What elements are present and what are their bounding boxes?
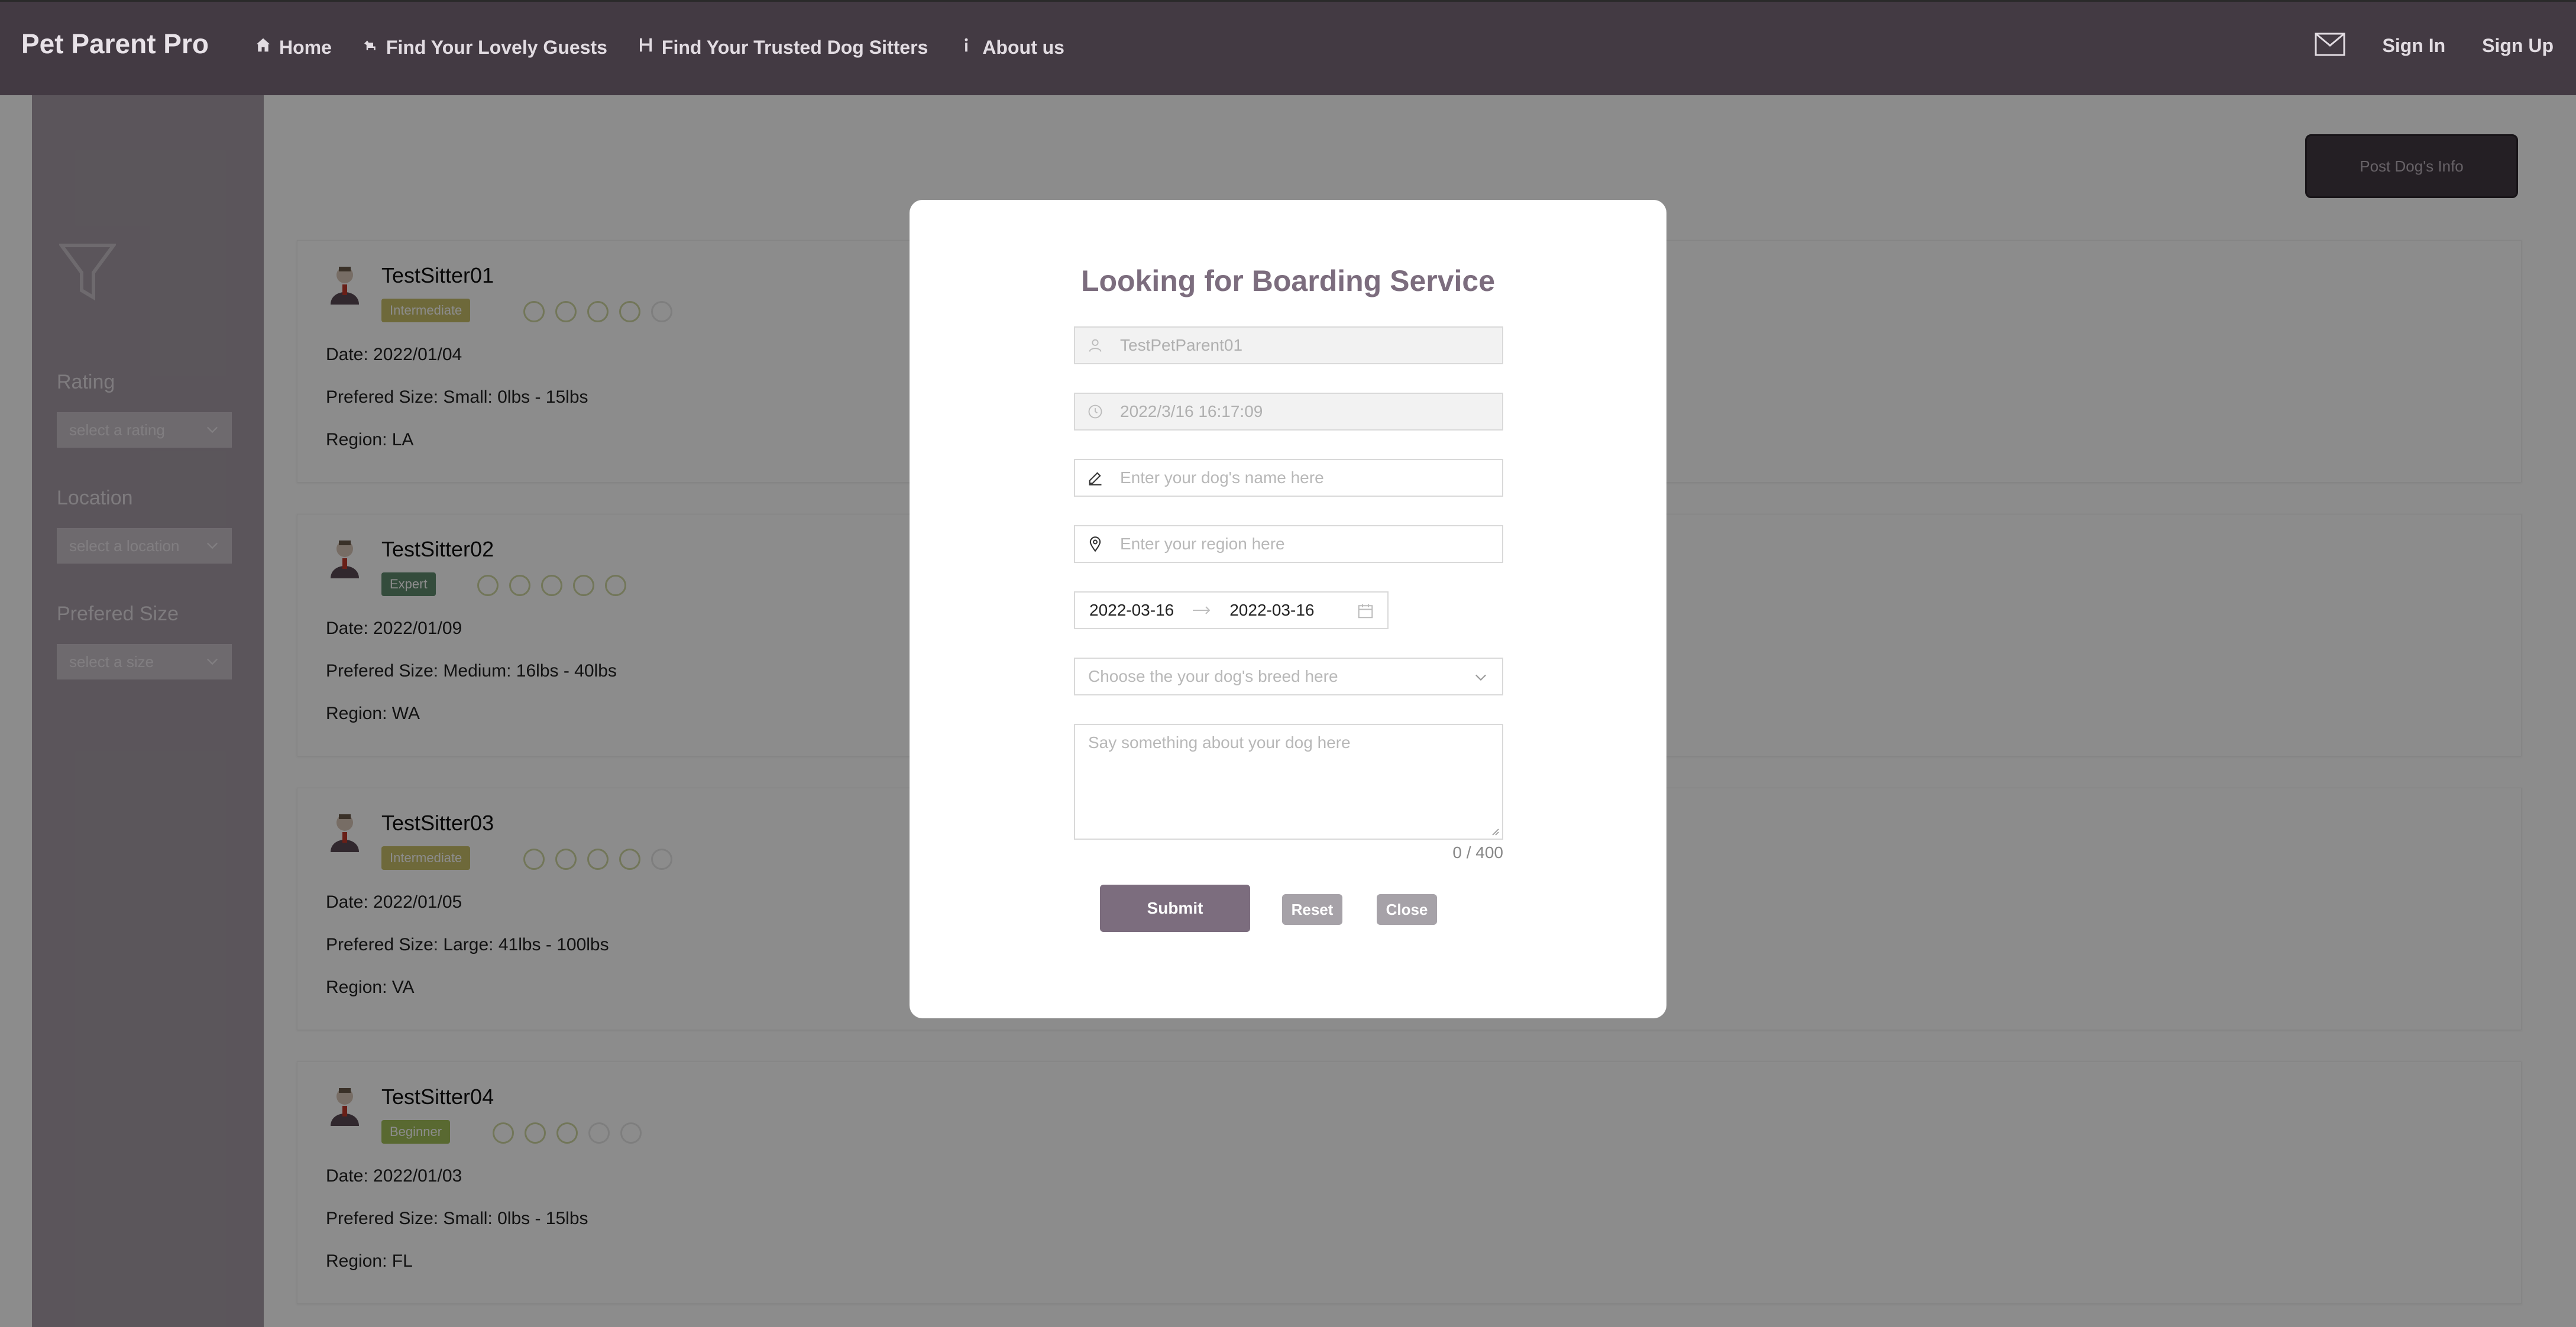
end-date[interactable]: 2022-03-16 <box>1229 601 1314 620</box>
brand-logo-text[interactable]: Pet Parent Pro <box>21 28 209 60</box>
top-navbar: Pet Parent Pro Home Find Your Lovely Gue… <box>0 0 2576 95</box>
username-value: TestPetParent01 <box>1120 336 1243 354</box>
location-pin-icon <box>1089 536 1101 552</box>
home-icon <box>254 36 272 59</box>
reset-button[interactable]: Reset <box>1282 894 1342 925</box>
nav-find-sitters[interactable]: Find Your Trusted Dog Sitters <box>637 36 928 59</box>
modal-title: Looking for Boarding Service <box>1080 264 1496 297</box>
description-placeholder: Say something about your dog here <box>1088 733 1351 752</box>
bone-icon <box>637 36 655 59</box>
datetime-value: 2022/3/16 16:17:09 <box>1120 402 1263 420</box>
sign-in-link[interactable]: Sign In <box>2382 35 2445 57</box>
region-input[interactable]: Enter your region here <box>1074 525 1503 563</box>
character-counter: 0 / 400 <box>1452 843 1503 862</box>
breed-placeholder: Choose the your dog's breed here <box>1088 667 1338 685</box>
resize-handle-icon[interactable] <box>1489 826 1500 836</box>
chevron-down-icon <box>1475 674 1486 681</box>
dog-icon <box>361 36 379 59</box>
mail-icon[interactable] <box>2315 33 2345 59</box>
user-icon <box>1089 339 1102 352</box>
nav-home-label: Home <box>279 36 332 58</box>
header-actions: Sign In Sign Up <box>2315 33 2554 59</box>
nav-find-sitters-label: Find Your Trusted Dog Sitters <box>661 36 928 58</box>
dog-name-placeholder: Enter your dog's name here <box>1120 468 1324 487</box>
submit-button[interactable]: Submit <box>1100 885 1250 932</box>
dog-description-textarea[interactable]: Say something about your dog here <box>1074 724 1503 840</box>
sign-up-link[interactable]: Sign Up <box>2482 35 2554 57</box>
close-button[interactable]: Close <box>1377 894 1437 925</box>
main-nav: Home Find Your Lovely Guests Find Your T… <box>254 36 1064 59</box>
datetime-field: 2022/3/16 16:17:09 <box>1074 393 1503 431</box>
edit-icon <box>1089 472 1102 486</box>
start-date[interactable]: 2022-03-16 <box>1089 601 1174 620</box>
date-range-picker[interactable]: 2022-03-16 2022-03-16 <box>1074 591 1389 629</box>
username-field: TestPetParent01 <box>1074 326 1503 364</box>
nav-home[interactable]: Home <box>254 36 332 59</box>
dog-name-input[interactable]: Enter your dog's name here <box>1074 459 1503 497</box>
nav-about-label: About us <box>982 36 1064 58</box>
region-placeholder: Enter your region here <box>1120 535 1285 553</box>
breed-select[interactable]: Choose the your dog's breed here <box>1074 658 1503 695</box>
nav-find-guests-label: Find Your Lovely Guests <box>386 36 607 58</box>
boarding-service-modal: Looking for Boarding Service TestPetPare… <box>910 200 1666 1018</box>
nav-about[interactable]: About us <box>957 36 1064 59</box>
clock-icon <box>1088 404 1102 419</box>
calendar-icon <box>1358 604 1373 619</box>
arrow-right-icon <box>1193 606 1211 614</box>
nav-find-guests[interactable]: Find Your Lovely Guests <box>361 36 607 59</box>
info-icon <box>957 36 975 59</box>
